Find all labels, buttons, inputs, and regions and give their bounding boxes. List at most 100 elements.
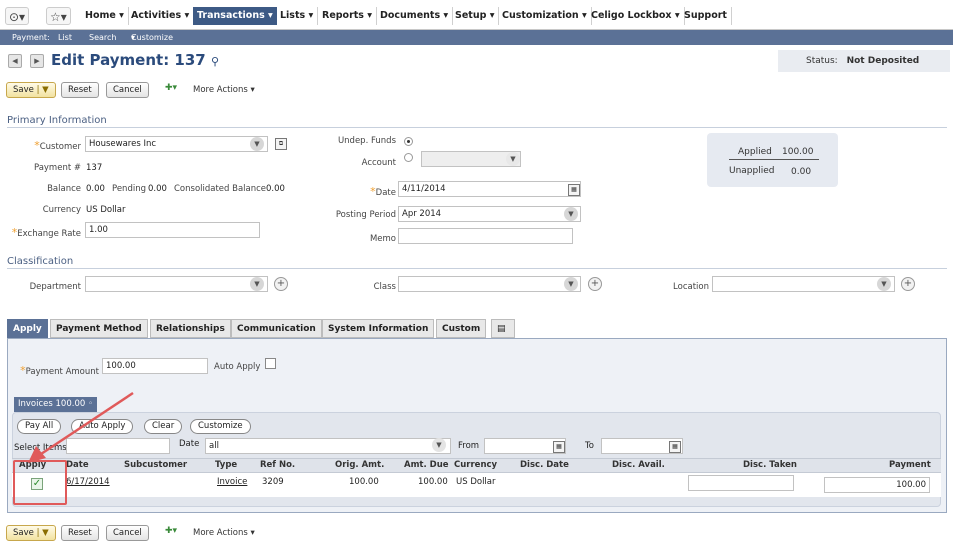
column-header[interactable]: Disc. Taken [743, 459, 797, 472]
from-label: From [458, 441, 480, 451]
payment-amount-field[interactable]: 100.00 [102, 358, 208, 374]
save-dropdown-icon[interactable]: | ▼ [37, 85, 49, 95]
balance-label: Balance [47, 184, 81, 194]
posting-period-label: Posting Period [335, 210, 396, 220]
tab-custom[interactable]: Custom [436, 319, 487, 338]
clear-button[interactable]: Clear [144, 419, 183, 434]
nav-documents[interactable]: Documents ▾ [376, 7, 454, 25]
search-icon[interactable]: ⚲ [211, 55, 219, 68]
save-button-bottom[interactable]: Save | ▼ [6, 525, 56, 541]
customer-open-icon[interactable]: ⧉ [275, 138, 287, 150]
subnav-list-link[interactable]: List [58, 30, 72, 45]
posting-period-dropdown-icon[interactable]: ▼ [564, 207, 578, 221]
column-header[interactable]: Payment [889, 459, 931, 472]
classification-heading: Classification [7, 256, 74, 267]
date-field[interactable]: 4/11/2014 [398, 181, 581, 197]
reset-button[interactable]: Reset [61, 82, 99, 98]
to-label: To [585, 441, 594, 451]
customer-dropdown-icon[interactable]: ▼ [250, 137, 264, 151]
annotation-arrow-icon [28, 391, 134, 463]
column-header[interactable]: Ref No. [260, 459, 295, 472]
filter-date-field[interactable]: all [205, 438, 451, 454]
payment-field[interactable]: 100.00 [824, 477, 930, 493]
department-add-icon[interactable]: + [274, 277, 288, 291]
unapplied-value: 0.00 [791, 167, 812, 177]
date-calendar-icon[interactable]: ▦ [568, 184, 580, 196]
posting-period-field[interactable]: Apr 2014 [398, 206, 581, 222]
customer-field[interactable]: Housewares Inc [85, 136, 268, 152]
subnav-section-label: Payment: [12, 33, 50, 42]
new-record-icon[interactable]: ✚▾ [165, 526, 177, 536]
nav-home[interactable]: Home ▾ [81, 7, 129, 25]
location-dropdown-icon[interactable]: ▼ [877, 277, 891, 291]
payment-amount-label: *Payment Amount [20, 364, 99, 377]
tab-apply[interactable]: Apply [7, 319, 48, 338]
nav-transactions[interactable]: Transactions ▾ [193, 7, 277, 25]
status-label: Status: [806, 56, 838, 66]
disc-taken-field[interactable] [688, 475, 794, 491]
nav-activities[interactable]: Activities ▾ [127, 7, 195, 25]
subnav-customize-link[interactable]: Customize ▾ [131, 30, 173, 45]
top-navigation: ⊙▾ ☆▾ Home ▾ Activities ▾ Transactions ▾… [0, 0, 953, 30]
filter-date-dropdown-icon[interactable]: ▼ [432, 438, 446, 452]
subnav-search-link[interactable]: Search [89, 30, 116, 45]
currency-label: Currency [42, 205, 81, 215]
new-record-icon[interactable]: ✚▾ [165, 83, 177, 93]
nav-setup[interactable]: Setup ▾ [451, 7, 500, 25]
column-header[interactable]: Disc. Date [520, 459, 569, 472]
memo-field[interactable] [398, 228, 573, 244]
account-dropdown-icon[interactable]: ▼ [506, 152, 520, 166]
account-radio[interactable] [404, 153, 413, 162]
row-date[interactable]: 6/17/2014 [66, 477, 110, 487]
column-header[interactable]: Currency [454, 459, 497, 472]
row-type-link[interactable]: Invoice [217, 477, 247, 487]
date-label: *Date [370, 185, 396, 198]
section-divider [7, 268, 947, 269]
next-record-icon[interactable]: ▶ [30, 54, 44, 68]
nav-lists[interactable]: Lists ▾ [276, 7, 319, 25]
more-actions-menu-bottom[interactable]: More Actions ▾ [193, 528, 255, 538]
tab-system-information[interactable]: System Information [322, 319, 435, 338]
column-header[interactable]: Type [215, 459, 237, 472]
nav-reports[interactable]: Reports ▾ [318, 7, 378, 25]
nav-customization[interactable]: Customization ▾ [498, 7, 592, 25]
column-header[interactable]: Amt. Due [404, 459, 449, 472]
undeposited-funds-radio[interactable] [404, 137, 413, 146]
cancel-button-bottom[interactable]: Cancel [106, 525, 149, 541]
tab-relationships[interactable]: Relationships [150, 319, 231, 338]
customize-button[interactable]: Customize [190, 419, 251, 434]
pending-label: Pending [112, 184, 146, 194]
memo-label: Memo [369, 234, 396, 244]
tab-payment-method[interactable]: Payment Method [50, 319, 148, 338]
nav-celigo-lockbox[interactable]: Celigo Lockbox ▾ [587, 7, 685, 25]
reset-button-bottom[interactable]: Reset [61, 525, 99, 541]
column-header[interactable]: Orig. Amt. [335, 459, 384, 472]
class-dropdown-icon[interactable]: ▼ [564, 277, 578, 291]
favorites-star-icon[interactable]: ☆▾ [46, 7, 71, 25]
nav-support[interactable]: Support [680, 7, 732, 25]
to-calendar-icon[interactable]: ▦ [669, 441, 681, 453]
previous-record-icon[interactable]: ◀ [8, 54, 22, 68]
exchange-rate-field[interactable]: 1.00 [85, 222, 260, 238]
status-box: Status: Not Deposited [778, 50, 950, 72]
save-button[interactable]: Save | ▼ [6, 82, 56, 98]
column-header[interactable]: Disc. Avail. [612, 459, 665, 472]
balance-value: 0.00 [86, 184, 105, 194]
save-dropdown-icon[interactable]: | ▼ [37, 528, 49, 538]
location-label: Location [673, 282, 709, 292]
class-add-icon[interactable]: + [588, 277, 602, 291]
location-add-icon[interactable]: + [901, 277, 915, 291]
auto-apply-checkbox[interactable] [265, 358, 276, 369]
cancel-button[interactable]: Cancel [106, 82, 149, 98]
location-field[interactable] [712, 276, 895, 292]
tab-communication[interactable]: Communication [231, 319, 322, 338]
recent-records-icon[interactable]: ⊙▾ [5, 7, 30, 25]
class-field[interactable] [398, 276, 581, 292]
row-orig-amt: 100.00 [349, 477, 379, 487]
more-actions-menu[interactable]: More Actions ▾ [193, 85, 255, 95]
sub-navigation: Payment: List Search Customize ▾ [0, 30, 953, 45]
from-calendar-icon[interactable]: ▦ [553, 441, 565, 453]
department-field[interactable] [85, 276, 268, 292]
tab-list-icon[interactable]: ▤ [491, 319, 515, 338]
department-dropdown-icon[interactable]: ▼ [250, 277, 264, 291]
